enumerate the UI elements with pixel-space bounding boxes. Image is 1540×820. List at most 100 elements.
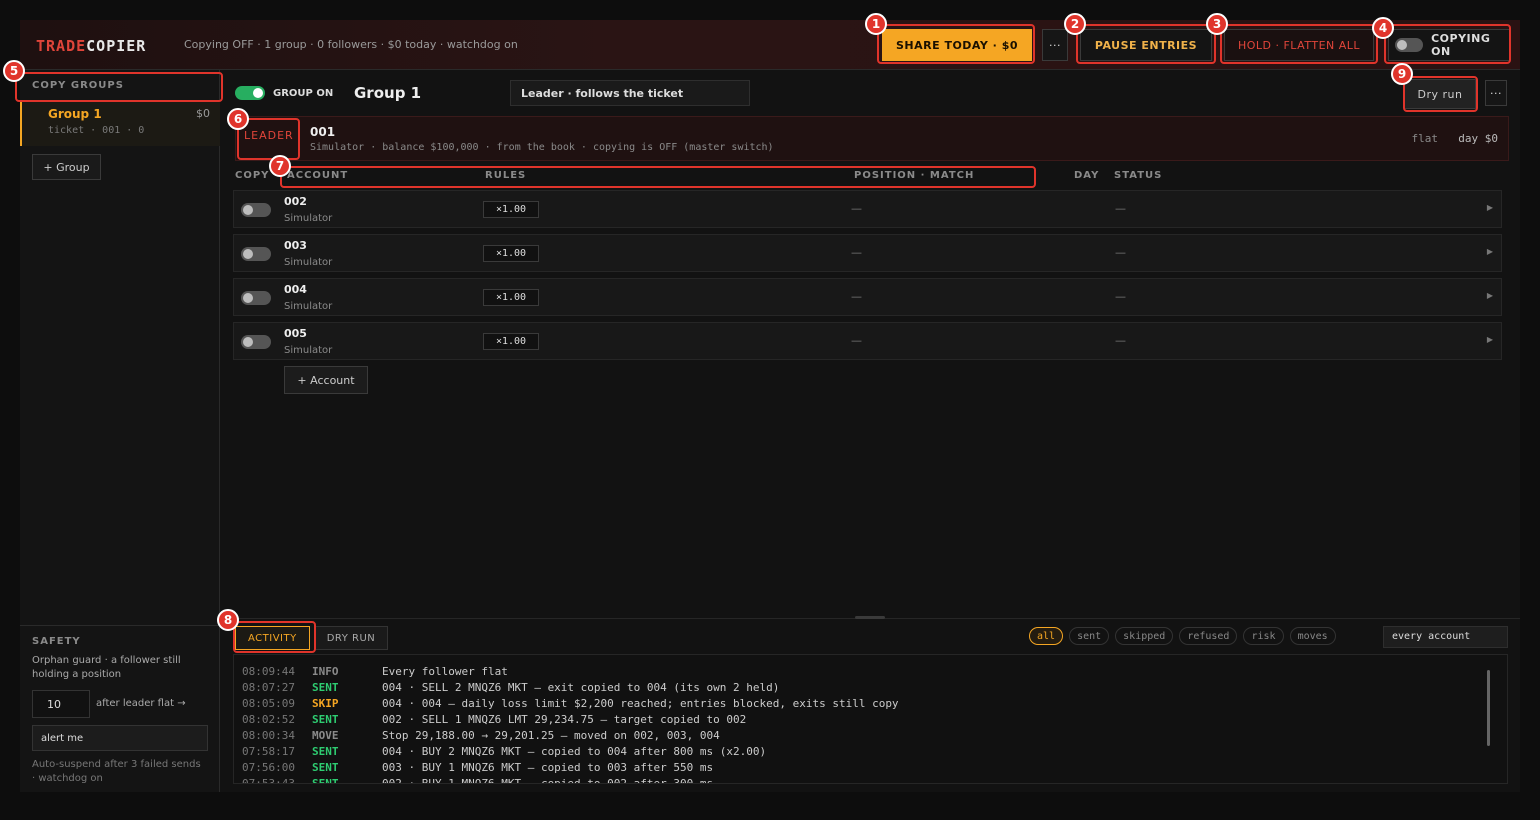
annotation-badge: 2 bbox=[1064, 13, 1086, 35]
log-kind: SENT bbox=[312, 761, 339, 774]
col-account: ACCOUNT bbox=[287, 170, 349, 181]
copy-toggle[interactable] bbox=[241, 335, 271, 349]
filter-refused[interactable]: refused bbox=[1179, 627, 1238, 645]
leader-position: flat bbox=[1411, 132, 1439, 145]
account-type: Simulator bbox=[284, 301, 333, 312]
expand-caret-icon[interactable]: ▶ bbox=[1487, 335, 1493, 344]
dry-run-button[interactable]: Dry run bbox=[1404, 79, 1476, 109]
top-bar: TRADECOPIER Copying OFF · 1 group · 0 fo… bbox=[20, 20, 1520, 70]
log-time: 07:53:43 bbox=[242, 777, 295, 784]
copying-toggle-button[interactable]: COPYING ON bbox=[1388, 29, 1510, 61]
expand-caret-icon[interactable]: ▶ bbox=[1487, 203, 1493, 212]
annotation-badge: 6 bbox=[227, 108, 249, 130]
log-message: 002 · BUY 1 MNQZ6 MKT — copied to 002 af… bbox=[382, 777, 714, 784]
tab-dry-run[interactable]: DRY RUN bbox=[313, 626, 389, 650]
multiplier-rule[interactable]: ×1.00 bbox=[483, 289, 539, 306]
add-group-button[interactable]: + Group bbox=[32, 154, 101, 180]
group-value: $0 bbox=[196, 107, 210, 120]
leader-subtitle: Simulator · balance $100,000 · from the … bbox=[310, 142, 774, 153]
annotation-badge: 5 bbox=[3, 60, 25, 82]
expand-caret-icon[interactable]: ▶ bbox=[1487, 291, 1493, 300]
add-account-button[interactable]: + Account bbox=[284, 366, 368, 394]
filter-moves[interactable]: moves bbox=[1289, 627, 1336, 645]
position-match: — bbox=[851, 246, 862, 259]
activity-log: 08:09:44 INFO Every follower flat 08:07:27 S… bbox=[233, 654, 1508, 784]
filter-all[interactable]: all bbox=[1029, 627, 1064, 645]
group-on-toggle[interactable]: GROUP ON bbox=[235, 86, 333, 100]
log-entry: 07:56:00 SENT 003 · BUY 1 MNQZ6 MKT — copi… bbox=[242, 761, 1507, 777]
log-entry: 08:02:52 SENT 002 · SELL 1 MNQZ6 LMT 29,23… bbox=[242, 713, 1507, 729]
status-value: — bbox=[1115, 290, 1126, 303]
copy-toggle[interactable] bbox=[241, 203, 271, 217]
leader-account-id: 001 bbox=[310, 125, 336, 139]
annotation-badge: 1 bbox=[865, 13, 887, 35]
log-kind: MOVE bbox=[312, 729, 339, 742]
col-position-match: POSITION · MATCH bbox=[854, 170, 975, 181]
filter-sent[interactable]: sent bbox=[1069, 627, 1110, 645]
copying-toggle-switch[interactable] bbox=[1395, 38, 1424, 52]
filter-risk[interactable]: risk bbox=[1243, 627, 1284, 645]
resize-handle[interactable] bbox=[855, 616, 885, 619]
account-id: 003 bbox=[284, 239, 307, 252]
log-scrollbar[interactable] bbox=[1487, 670, 1490, 746]
account-id: 002 bbox=[284, 195, 307, 208]
status-value: — bbox=[1115, 334, 1126, 347]
col-day: DAY bbox=[1074, 170, 1100, 181]
log-kind: SKIP bbox=[312, 697, 339, 710]
hold-flatten-all-button[interactable]: HOLD · FLATTEN ALL bbox=[1224, 29, 1374, 61]
leader-row[interactable]: LEADER 001 Simulator · balance $100,000 … bbox=[235, 116, 1509, 161]
group-mode-select[interactable]: Leader · follows the ticket bbox=[510, 80, 750, 106]
multiplier-rule[interactable]: ×1.00 bbox=[483, 201, 539, 218]
log-message: 004 · BUY 2 MNQZ6 MKT — copied to 004 af… bbox=[382, 745, 767, 758]
multiplier-rule[interactable]: ×1.00 bbox=[483, 333, 539, 350]
copy-toggle[interactable] bbox=[241, 291, 271, 305]
log-entry: 08:09:44 INFO Every follower flat bbox=[242, 665, 1507, 681]
log-entry: 07:58:17 SENT 004 · BUY 2 MNQZ6 MKT — copi… bbox=[242, 745, 1507, 761]
log-entry: 08:07:27 SENT 004 · SELL 2 MNQZ6 MKT — exi… bbox=[242, 681, 1507, 697]
log-time: 08:05:09 bbox=[242, 697, 295, 710]
col-copy: COPY bbox=[235, 170, 270, 181]
sidebar-item-group-1[interactable]: Group 1 $0 ticket · 001 · 0 bbox=[20, 102, 220, 146]
log-message: 003 · BUY 1 MNQZ6 MKT — copied to 003 af… bbox=[382, 761, 714, 774]
account-type: Simulator bbox=[284, 345, 333, 356]
table-row[interactable]: 005 Simulator ×1.00 — — ▶ bbox=[233, 322, 1502, 360]
table-row[interactable]: 003 Simulator ×1.00 — — ▶ bbox=[233, 234, 1502, 272]
app-window: TRADECOPIER Copying OFF · 1 group · 0 fo… bbox=[20, 20, 1520, 792]
table-row[interactable]: 004 Simulator ×1.00 — — ▶ bbox=[233, 278, 1502, 316]
log-time: 08:07:27 bbox=[242, 681, 295, 694]
log-time: 08:00:34 bbox=[242, 729, 295, 742]
group-more-button[interactable]: ··· bbox=[1485, 80, 1507, 106]
log-message: 004 · SELL 2 MNQZ6 MKT — exit copied to … bbox=[382, 681, 780, 694]
copy-toggle[interactable] bbox=[241, 247, 271, 261]
table-row[interactable]: 002 Simulator ×1.00 — — ▶ bbox=[233, 190, 1502, 228]
log-message: 004 · 004 — daily loss limit $2,200 reac… bbox=[382, 697, 899, 710]
log-entry: 08:05:09 SKIP 004 · 004 — daily loss limit… bbox=[242, 697, 1507, 713]
annotation-badge: 4 bbox=[1372, 17, 1394, 39]
main-panel: GROUP ON Group 1 Leader · follows the ti… bbox=[220, 70, 1520, 792]
header-more-button[interactable]: ··· bbox=[1042, 29, 1068, 61]
annotation-badge: 7 bbox=[269, 155, 291, 177]
share-today-button[interactable]: SHARE TODAY · $0 bbox=[882, 29, 1032, 61]
log-kind: SENT bbox=[312, 713, 339, 726]
multiplier-rule[interactable]: ×1.00 bbox=[483, 245, 539, 262]
annotation-badge: 9 bbox=[1391, 63, 1413, 85]
filter-skipped[interactable]: skipped bbox=[1115, 627, 1174, 645]
group-sub: ticket · 001 · 0 bbox=[48, 125, 145, 136]
account-filter-select[interactable]: every account bbox=[1383, 626, 1508, 648]
log-time: 07:58:17 bbox=[242, 745, 295, 758]
col-rules: RULES bbox=[485, 170, 527, 181]
log-time: 08:09:44 bbox=[242, 665, 295, 678]
pause-entries-button[interactable]: PAUSE ENTRIES bbox=[1080, 29, 1212, 61]
orphan-minutes-input[interactable]: 10 bbox=[32, 690, 90, 718]
status-value: — bbox=[1115, 246, 1126, 259]
safety-heading: SAFETY bbox=[32, 636, 81, 647]
group-toggle-switch[interactable] bbox=[235, 86, 265, 100]
copy-groups-heading: COPY GROUPS bbox=[32, 80, 124, 91]
annotation-badge: 8 bbox=[217, 609, 239, 631]
expand-caret-icon[interactable]: ▶ bbox=[1487, 247, 1493, 256]
orphan-action-select[interactable]: alert me bbox=[32, 725, 208, 751]
account-type: Simulator bbox=[284, 213, 333, 224]
log-kind: INFO bbox=[312, 665, 339, 678]
copying-toggle-label: COPYING ON bbox=[1431, 32, 1491, 58]
tab-activity[interactable]: ACTIVITY bbox=[235, 626, 310, 650]
